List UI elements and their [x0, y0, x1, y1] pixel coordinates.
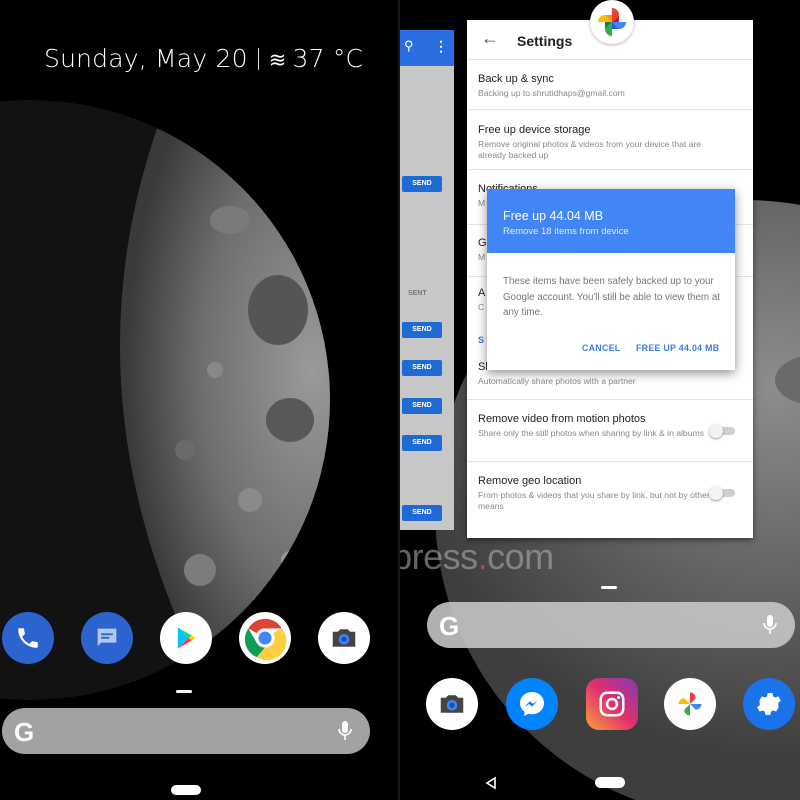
- page-title: Settings: [517, 33, 573, 49]
- app-drawer-handle[interactable]: [176, 690, 192, 693]
- google-photos-app-badge[interactable]: [590, 0, 634, 44]
- home-screen: Sunday, May 20 ≋ 37 °C G: [0, 0, 398, 800]
- dialog-title: Free up 44.04 MB: [503, 209, 604, 223]
- mic-icon[interactable]: [338, 720, 352, 742]
- google-search-bar[interactable]: G: [2, 708, 370, 754]
- messages-icon: [97, 628, 117, 647]
- send-button[interactable]: SEND: [402, 322, 442, 338]
- geo-location-toggle[interactable]: [709, 486, 735, 500]
- setting-subtitle: Automatically share photos with a partne…: [478, 376, 636, 386]
- setting-title: Free up device storage: [478, 124, 591, 136]
- dialog-header: Free up 44.04 MB Remove 18 items from de…: [487, 189, 735, 253]
- setting-subtitle: Remove original photos & videos from you…: [478, 139, 702, 160]
- google-logo: G: [14, 717, 35, 747]
- sent-label: SENT: [408, 290, 427, 297]
- setting-title: A: [478, 287, 486, 299]
- motion-photos-toggle[interactable]: [709, 424, 735, 438]
- free-up-button[interactable]: FREE UP 44.04 MB: [636, 343, 719, 353]
- pinwheel-icon: [598, 8, 626, 36]
- date-text: Sunday, May 20: [44, 44, 248, 73]
- more-options-icon[interactable]: ⋮: [434, 38, 448, 55]
- phone-icon: [18, 628, 38, 648]
- chrome-app-icon[interactable]: [239, 612, 291, 664]
- instagram-app-icon[interactable]: [586, 678, 638, 730]
- setting-title: Remove geo location: [478, 475, 582, 487]
- photos-app-icon[interactable]: [664, 678, 716, 730]
- watermark: indianexpress.com: [400, 536, 554, 578]
- setting-title: Back up & sync: [478, 73, 554, 85]
- pinwheel-icon: [678, 692, 702, 716]
- messaging-toolbar: ⚲ ⋮: [400, 30, 454, 66]
- messenger-icon: [520, 692, 544, 716]
- setting-subtitle: Share only the still photos when sharing…: [478, 428, 704, 438]
- setting-remove-geo-location[interactable]: Remove geo location From photos & videos…: [467, 462, 753, 532]
- setting-subtitle: From photos & videos that you share by l…: [478, 490, 710, 511]
- dialog-subtitle: Remove 18 items from device: [503, 226, 629, 237]
- setting-subtitle: Backing up to shrutidhaps@gmail.com: [478, 88, 625, 98]
- setting-remove-video-motion[interactable]: Remove video from motion photos Share on…: [467, 400, 753, 462]
- free-up-dialog: Free up 44.04 MB Remove 18 items from de…: [487, 189, 735, 370]
- setting-free-up-storage[interactable]: Free up device storage Remove original p…: [467, 110, 753, 170]
- camera-app-icon[interactable]: [318, 612, 370, 664]
- google-logo: G: [439, 611, 460, 641]
- setting-back-up-sync[interactable]: Back up & sync Backing up to shrutidhaps…: [467, 60, 753, 110]
- gear-icon: [757, 693, 781, 715]
- separator: [257, 48, 259, 70]
- send-button[interactable]: SEND: [402, 176, 442, 192]
- cancel-button[interactable]: CANCEL: [582, 343, 620, 353]
- dialog-message: These items have been safely backed up t…: [503, 276, 720, 318]
- send-button[interactable]: SEND: [402, 398, 442, 414]
- setting-title: Remove video from motion photos: [478, 413, 646, 425]
- home-button[interactable]: [171, 785, 201, 795]
- back-arrow-icon[interactable]: ←: [481, 28, 499, 49]
- back-triangle-icon[interactable]: [484, 776, 498, 790]
- camera-icon: [332, 629, 356, 647]
- dock: [0, 610, 398, 666]
- watermark-text: com: [487, 536, 554, 577]
- search-icon[interactable]: ⚲: [404, 38, 414, 54]
- send-button[interactable]: SEND: [402, 505, 442, 521]
- section-header-label: S: [478, 335, 485, 345]
- temperature-text: 37 °C: [292, 44, 364, 73]
- setting-title: G: [478, 237, 487, 249]
- home-button[interactable]: [595, 777, 625, 788]
- watermark-text: indianexpress: [400, 536, 478, 577]
- camera-icon: [440, 695, 464, 713]
- play-store-app-icon[interactable]: [160, 612, 212, 664]
- app-drawer-handle[interactable]: [601, 586, 617, 589]
- phone-app-icon[interactable]: [2, 612, 54, 664]
- settings-app-icon[interactable]: [743, 678, 795, 730]
- send-button[interactable]: SEND: [402, 360, 442, 376]
- instagram-icon: [599, 691, 625, 717]
- at-a-glance-widget[interactable]: Sunday, May 20 ≋ 37 °C: [44, 44, 363, 73]
- google-search-bar[interactable]: G: [427, 602, 795, 648]
- watermark-dot: .: [477, 536, 488, 577]
- mic-icon[interactable]: [763, 614, 777, 636]
- camera-app-icon[interactable]: [426, 678, 478, 730]
- send-button[interactable]: SEND: [402, 435, 442, 451]
- haze-icon: ≋: [268, 48, 287, 72]
- messages-app-icon[interactable]: [81, 612, 133, 664]
- play-store-icon: [177, 627, 196, 649]
- chrome-icon: [244, 618, 287, 661]
- messenger-app-icon[interactable]: [506, 678, 558, 730]
- messaging-app-card[interactable]: ⚲ ⋮ SEND SENT SEND SEND SEND SEND SEND: [400, 30, 454, 530]
- overview-screen: ⚲ ⋮ SEND SENT SEND SEND SEND SEND SEND ←…: [400, 0, 800, 800]
